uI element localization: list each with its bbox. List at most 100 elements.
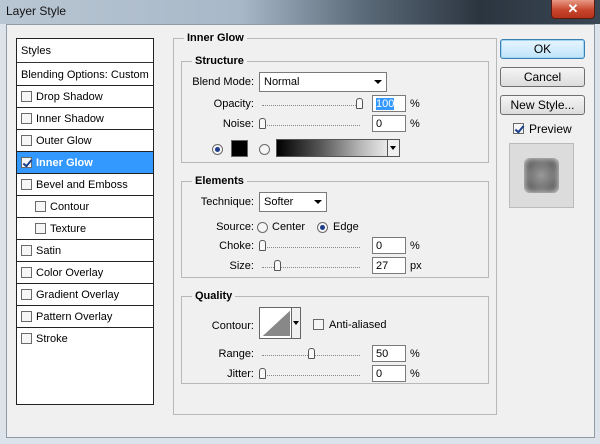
noise-slider-thumb[interactable] xyxy=(259,118,266,129)
elements-group: Elements Technique: Softer Source: Cente… xyxy=(181,175,489,278)
opacity-slider-thumb[interactable] xyxy=(356,98,363,109)
size-unit: px xyxy=(410,260,422,272)
choke-input[interactable]: 0 xyxy=(372,237,406,254)
quality-group: Quality Contour: Anti-aliased Range: 50 … xyxy=(181,290,489,384)
gradient-radio[interactable] xyxy=(259,144,270,155)
contour-label: Contour: xyxy=(211,320,254,332)
style-item-label: Color Overlay xyxy=(36,267,104,279)
color-radio[interactable] xyxy=(212,144,223,155)
blend-mode-select[interactable]: Normal xyxy=(259,72,387,92)
contour-dropdown-button[interactable] xyxy=(291,308,300,338)
preview-swatch xyxy=(524,158,559,193)
range-input[interactable]: 50 xyxy=(372,345,406,362)
style-item-color-overlay[interactable]: Color Overlay xyxy=(17,262,153,284)
noise-slider[interactable] xyxy=(262,125,360,126)
style-item-gradient-overlay[interactable]: Gradient Overlay xyxy=(17,284,153,306)
close-icon: ✕ xyxy=(567,1,579,16)
blend-mode-label: Blend Mode: xyxy=(192,76,254,88)
style-item-bevel-emboss[interactable]: Bevel and Emboss xyxy=(17,174,153,196)
styles-header[interactable]: Styles xyxy=(17,39,153,63)
checkbox-icon[interactable] xyxy=(35,201,46,212)
style-item-texture[interactable]: Texture xyxy=(17,218,153,240)
checkbox-icon[interactable] xyxy=(21,245,32,256)
opacity-slider[interactable] xyxy=(262,105,360,106)
checkbox-icon[interactable] xyxy=(21,179,32,190)
style-item-stroke[interactable]: Stroke xyxy=(17,328,153,350)
choke-unit: % xyxy=(410,240,420,252)
jitter-input[interactable]: 0 xyxy=(372,365,406,382)
style-item-contour[interactable]: Contour xyxy=(17,196,153,218)
quality-title: Quality xyxy=(192,290,236,302)
size-input[interactable]: 27 xyxy=(372,257,406,274)
jitter-slider-thumb[interactable] xyxy=(259,368,266,379)
technique-value: Softer xyxy=(264,196,294,208)
checkbox-icon[interactable] xyxy=(21,311,32,322)
source-edge-radio[interactable] xyxy=(317,222,328,233)
window-title: Layer Style xyxy=(6,4,67,18)
noise-input[interactable]: 0 xyxy=(372,115,406,132)
style-item-label: Pattern Overlay xyxy=(36,311,113,323)
checkbox-icon[interactable] xyxy=(21,91,32,102)
elements-title: Elements xyxy=(192,175,247,187)
chevron-down-icon xyxy=(390,146,396,150)
choke-slider-thumb[interactable] xyxy=(259,240,266,251)
style-item-pattern-overlay[interactable]: Pattern Overlay xyxy=(17,306,153,328)
contour-picker[interactable] xyxy=(259,307,301,339)
checkbox-icon[interactable] xyxy=(21,113,32,124)
style-item-label: Bevel and Emboss xyxy=(36,179,128,191)
title-bar[interactable]: Layer Style ✕ xyxy=(0,0,600,24)
source-edge-label[interactable]: Edge xyxy=(333,221,359,233)
anti-aliased-checkbox[interactable] xyxy=(313,319,324,330)
checkbox-icon[interactable] xyxy=(21,333,32,344)
preview-label[interactable]: Preview xyxy=(529,122,572,136)
close-button[interactable]: ✕ xyxy=(551,0,595,19)
choke-slider[interactable] xyxy=(262,247,360,248)
style-item-label: Stroke xyxy=(36,333,68,345)
checkbox-icon[interactable] xyxy=(35,223,46,234)
style-item-label: Texture xyxy=(50,223,87,235)
preview-checkbox[interactable] xyxy=(513,123,524,134)
style-item-inner-shadow[interactable]: Inner Shadow xyxy=(17,108,153,130)
size-label: Size: xyxy=(229,260,254,272)
gradient-dropdown-button[interactable] xyxy=(387,140,399,156)
glow-color-swatch[interactable] xyxy=(231,140,248,157)
style-item-label: Satin xyxy=(36,245,62,257)
noise-label: Noise: xyxy=(222,118,254,130)
source-label: Source: xyxy=(216,221,254,233)
style-item-label: Contour xyxy=(50,201,90,213)
range-unit: % xyxy=(410,348,420,360)
ok-button[interactable]: OK xyxy=(500,39,585,59)
range-slider-thumb[interactable] xyxy=(308,348,315,359)
chevron-down-icon xyxy=(374,80,382,84)
range-label: Range: xyxy=(218,348,254,360)
anti-aliased-label[interactable]: Anti-aliased xyxy=(329,319,386,331)
checkbox-checked-icon[interactable] xyxy=(21,157,32,168)
contour-linear-icon xyxy=(261,309,291,337)
inner-glow-panel: Inner Glow Structure Blend Mode: Normal … xyxy=(173,32,497,415)
styles-list: Styles Blending Options: Custom Drop Sha… xyxy=(16,38,154,405)
inner-glow-title: Inner Glow xyxy=(184,32,247,44)
jitter-slider[interactable] xyxy=(262,375,360,376)
chevron-down-icon xyxy=(293,321,299,325)
checkbox-icon[interactable] xyxy=(21,135,32,146)
choke-label: Choke: xyxy=(219,240,254,252)
style-item-drop-shadow[interactable]: Drop Shadow xyxy=(17,86,153,108)
blend-mode-value: Normal xyxy=(264,76,300,88)
source-center-radio[interactable] xyxy=(257,222,268,233)
style-item-outer-glow[interactable]: Outer Glow xyxy=(17,130,153,152)
blending-options-item[interactable]: Blending Options: Custom xyxy=(17,64,153,86)
size-slider-thumb[interactable] xyxy=(274,260,281,271)
cancel-button[interactable]: Cancel xyxy=(500,67,585,87)
style-item-label: Drop Shadow xyxy=(36,91,103,103)
new-style-button[interactable]: New Style... xyxy=(500,95,585,115)
checkbox-icon[interactable] xyxy=(21,289,32,300)
source-center-label[interactable]: Center xyxy=(272,221,305,233)
style-item-label: Inner Shadow xyxy=(36,113,104,125)
technique-select[interactable]: Softer xyxy=(259,192,327,212)
style-item-satin[interactable]: Satin xyxy=(17,240,153,262)
opacity-input[interactable]: 100 xyxy=(372,95,406,112)
jitter-label: Jitter: xyxy=(227,368,254,380)
glow-gradient-picker[interactable] xyxy=(276,139,400,157)
style-item-inner-glow[interactable]: Inner Glow xyxy=(17,152,153,174)
checkbox-icon[interactable] xyxy=(21,267,32,278)
